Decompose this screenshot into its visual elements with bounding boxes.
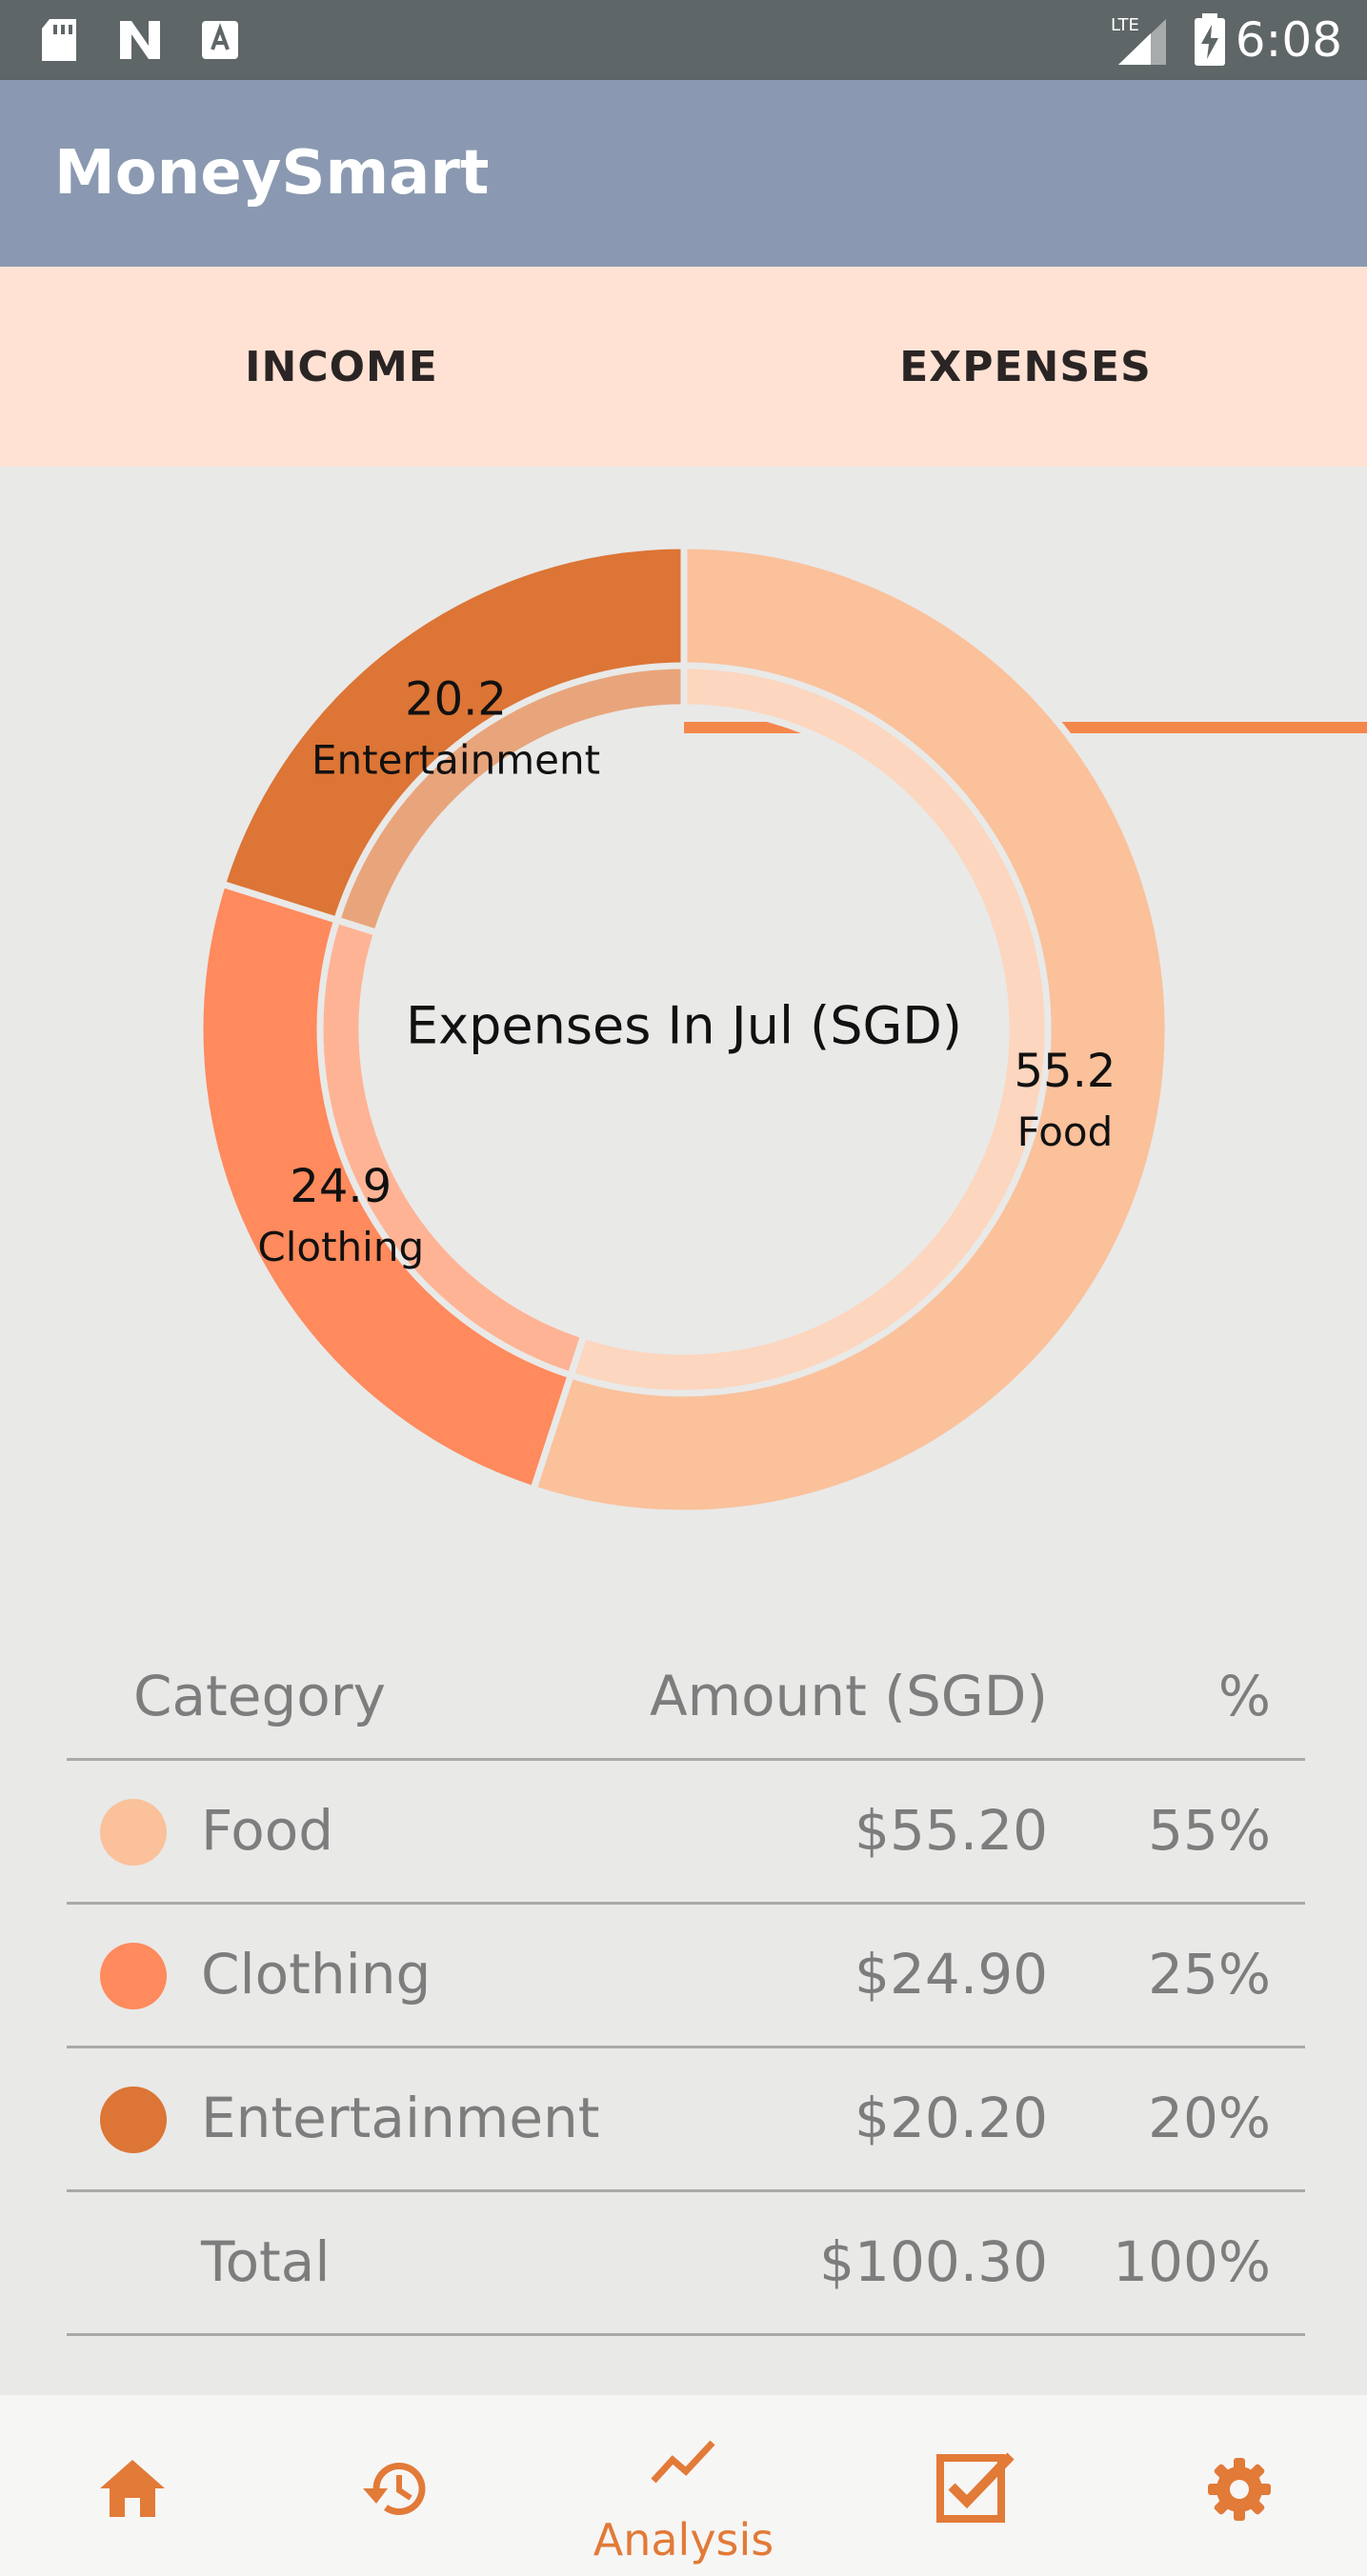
row-amount: $24.90 xyxy=(854,1942,1048,2007)
battery-charging-icon xyxy=(1195,13,1225,66)
home-icon xyxy=(100,2460,165,2517)
table-row[interactable]: Clothing $24.90 25% xyxy=(67,1905,1305,2048)
table-row[interactable]: Entertainment $20.20 20% xyxy=(67,2048,1305,2192)
nav-analysis-label: Analysis xyxy=(593,2514,774,2566)
slice-category-label: Clothing xyxy=(257,1224,424,1270)
row-percent: 20% xyxy=(1148,2086,1271,2150)
tab-expenses-label: EXPENSES xyxy=(899,342,1152,391)
slice-value-label: 24.9 xyxy=(290,1160,392,1213)
table-total-row: Total $100.30 100% xyxy=(67,2192,1305,2336)
checklist-icon xyxy=(936,2452,1015,2523)
slice-value-label: 20.2 xyxy=(405,672,507,726)
analysis-icon xyxy=(651,2440,715,2484)
app-bar: MoneySmart xyxy=(0,80,1367,267)
total-percent: 100% xyxy=(1113,2229,1271,2294)
font-notification-icon xyxy=(202,21,238,59)
row-amount: $20.20 xyxy=(854,2086,1048,2150)
bottom-navigation: Analysis xyxy=(0,2395,1367,2576)
lte-signal-icon: LTE xyxy=(1111,15,1166,65)
settings-icon xyxy=(1208,2458,1271,2521)
row-category: Food xyxy=(201,1798,334,1863)
donut-svg: 55.2 Food 24.9 Clothing 20.2 Entertainment Ex… xyxy=(196,542,1172,1517)
nav-settings[interactable] xyxy=(1094,2395,1367,2576)
table-header-row: Category Amount (SGD) % xyxy=(67,1628,1305,1761)
entertainment-color-dot xyxy=(100,2087,167,2153)
nav-history[interactable] xyxy=(273,2395,547,2576)
slice-category-label: Food xyxy=(1017,1108,1114,1155)
total-amount: $100.30 xyxy=(819,2229,1048,2294)
app-title: MoneySmart xyxy=(54,138,490,209)
slice-value-label: 55.2 xyxy=(1015,1045,1116,1098)
history-icon xyxy=(363,2463,426,2515)
nav-home[interactable] xyxy=(0,2395,273,2576)
header-category: Category xyxy=(133,1664,386,1728)
expenses-donut-chart: 55.2 Food 24.9 Clothing 20.2 Entertainment Ex… xyxy=(0,467,1367,1590)
total-label: Total xyxy=(201,2229,331,2294)
food-color-dot xyxy=(100,1799,167,1866)
tab-income-label: INCOME xyxy=(245,342,438,391)
sd-card-icon xyxy=(42,19,76,61)
slice-category-label: Entertainment xyxy=(312,736,600,783)
expense-table: Category Amount (SGD) % Food $55.20 55% … xyxy=(67,1628,1305,2336)
clothing-color-dot xyxy=(100,1943,167,2009)
clock: 6:08 xyxy=(1235,12,1342,68)
tab-income[interactable]: INCOME xyxy=(0,267,683,467)
row-category: Entertainment xyxy=(201,2086,600,2150)
header-percent: % xyxy=(1217,1664,1271,1728)
n-notification-icon xyxy=(120,21,160,59)
status-bar: LTE 6:08 xyxy=(0,0,1367,80)
row-category: Clothing xyxy=(201,1942,432,2007)
row-percent: 55% xyxy=(1148,1798,1271,1863)
row-percent: 25% xyxy=(1148,1942,1271,2007)
row-amount: $55.20 xyxy=(854,1798,1048,1863)
nav-checklist[interactable] xyxy=(820,2395,1094,2576)
table-row[interactable]: Food $55.20 55% xyxy=(67,1761,1305,1905)
nav-analysis[interactable]: Analysis xyxy=(547,2395,820,2576)
svg-text:LTE: LTE xyxy=(1111,15,1139,35)
tab-bar: INCOME EXPENSES xyxy=(0,267,1367,733)
header-amount: Amount (SGD) xyxy=(649,1664,1048,1728)
chart-center-title: Expenses In Jul (SGD) xyxy=(406,996,962,1056)
tab-expenses[interactable]: EXPENSES xyxy=(684,267,1367,467)
